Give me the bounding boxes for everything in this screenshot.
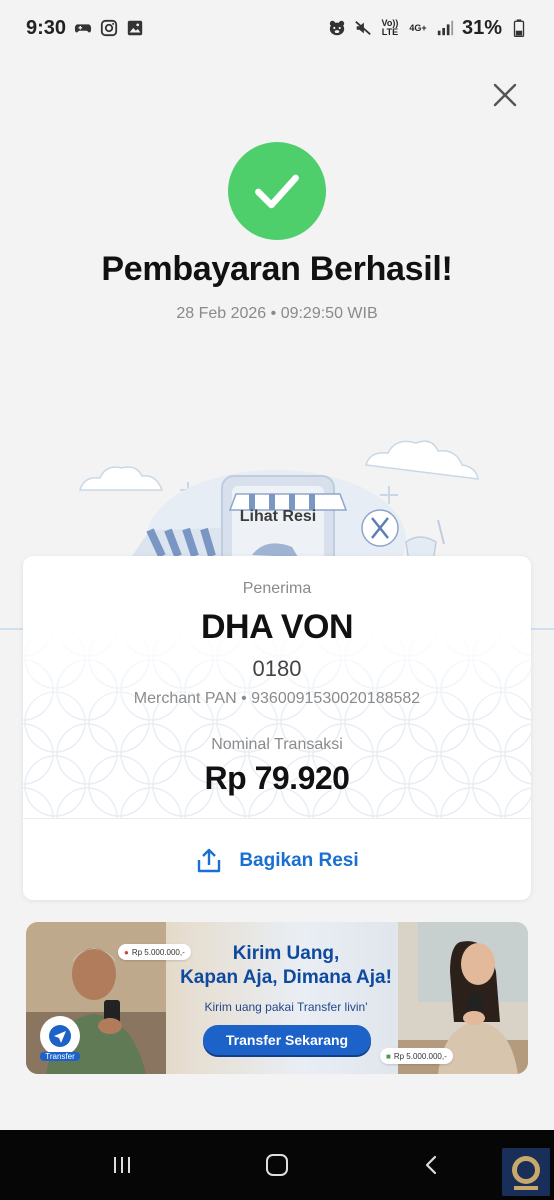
back-button[interactable] (392, 1130, 472, 1200)
watermark-logo-icon (502, 1148, 550, 1196)
card-divider (23, 818, 531, 819)
recents-icon (114, 1157, 130, 1173)
close-button[interactable] (488, 78, 522, 112)
checkmark-icon (255, 174, 299, 209)
amount-label: Nominal Transaksi (211, 736, 343, 753)
transaction-amount: Rp 79.920 (204, 760, 350, 796)
recipient-name: DHA VON (200, 608, 354, 646)
transaction-datetime: 28 Feb 2026 • 09:29:50 WIB (176, 305, 378, 322)
banner-headline-line-2: Kapan Aja, Dimana Aja! (180, 967, 392, 988)
mute-icon (355, 21, 371, 35)
share-receipt-button[interactable]: Bagikan Resi (23, 836, 531, 886)
transfer-badge (40, 1016, 80, 1056)
back-icon (425, 1155, 437, 1175)
battery-icon (513, 19, 525, 37)
view-receipt-label[interactable]: Lihat Resi (226, 508, 330, 526)
promo-banner[interactable]: ● Rp 5.000.000,- ■ Rp 5.000.000,- Transf… (26, 922, 528, 1074)
gallery-icon (127, 20, 143, 36)
receipt-card: Penerima DHA VON 0180 Merchant PAN • 936… (23, 556, 531, 900)
bear-app-icon (329, 20, 345, 36)
recipient-label: Penerima (242, 580, 312, 597)
status-bar: 9:30 Vo)) LTE 4G+ 31% (0, 0, 554, 56)
instagram-icon (100, 19, 118, 37)
banner-headline: Kirim Uang, Kapan Aja, Dimana Aja! (156, 942, 416, 990)
recipient-id: 0180 (252, 656, 302, 681)
banner-headline-line-1: Kirim Uang, (232, 943, 340, 964)
network-type-indicator: 4G+ (409, 22, 427, 33)
amount-chip-right-text: Rp 5.000.000,- (393, 1051, 447, 1061)
system-navigation-bar (0, 1130, 554, 1200)
signal-icon (437, 20, 454, 36)
close-icon (493, 83, 517, 107)
recents-button[interactable] (82, 1130, 162, 1200)
merchant-pan: Merchant PAN • 9360091530020188582 (133, 690, 421, 707)
share-icon (198, 848, 221, 873)
check-circle-icon (228, 142, 326, 240)
status-time: 9:30 (26, 16, 67, 39)
game-controller-icon (74, 24, 92, 33)
transfer-now-button[interactable]: Transfer Sekarang (203, 1025, 371, 1055)
battery-percent: 31% (461, 16, 502, 39)
share-receipt-label: Bagikan Resi (239, 850, 359, 871)
status-right: Vo)) LTE 4G+ 31% (328, 17, 528, 40)
money-icon: ■ (386, 1051, 391, 1061)
receipt-illustration[interactable] (0, 420, 554, 570)
transfer-badge-label: Transfer (40, 1052, 80, 1061)
volte-indicator: Vo)) LTE (381, 18, 399, 37)
banner-subtitle: Kirim uang pakai Transfer livin' (204, 1000, 368, 1014)
amount-chip-right: ■ Rp 5.000.000,- (380, 1048, 453, 1064)
page-title: Pembayaran Berhasil! (101, 250, 453, 288)
send-icon (49, 1025, 71, 1047)
status-left: 9:30 (26, 17, 144, 40)
home-button[interactable] (237, 1130, 317, 1200)
home-icon (266, 1154, 288, 1176)
location-icon: ● (124, 947, 129, 957)
